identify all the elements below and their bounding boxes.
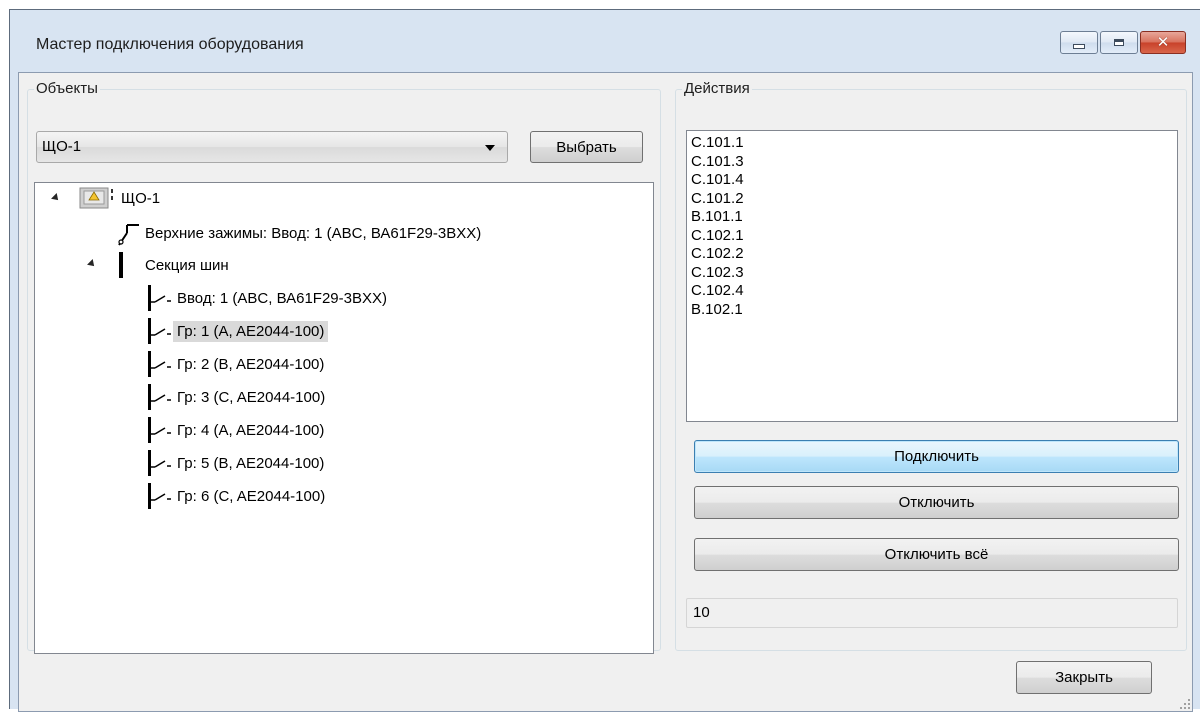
- connect-button[interactable]: Подключить: [694, 440, 1179, 473]
- window-title: Мастер подключения оборудования: [36, 36, 304, 53]
- tree-node-label: Гр: 6 (C, AE2044-100): [177, 487, 326, 505]
- title-bar[interactable]: Мастер подключения оборудования ✕: [10, 10, 1200, 72]
- minimize-button[interactable]: [1060, 31, 1098, 54]
- tree-node-group-3[interactable]: Гр: 3 (C, AE2044-100): [147, 383, 329, 411]
- bus-bar-icon: [119, 252, 123, 278]
- list-item[interactable]: C.101.3: [691, 153, 1173, 172]
- dialog-window: Мастер подключения оборудования ✕ Объект…: [9, 9, 1200, 712]
- objects-tree[interactable]: ЩО-1 Верхние зажимы: Ввод: 1 (ABC, ВА61F…: [34, 182, 654, 654]
- disconnect-all-button[interactable]: Отключить всё: [694, 538, 1179, 571]
- list-item[interactable]: C.101.2: [691, 190, 1173, 209]
- list-item[interactable]: C.101.1: [691, 134, 1173, 153]
- dialog-client-area: Объекты ЩО-1 Выбрать ЩО-1 Верхние зажимы…: [18, 72, 1193, 712]
- tree-node-group-4[interactable]: Гр: 4 (A, AE2044-100): [147, 416, 328, 444]
- list-item[interactable]: C.102.1: [691, 227, 1173, 246]
- tree-node-group-1[interactable]: Гр: 1 (A, AE2044-100): [147, 317, 329, 345]
- tree-node-label: Гр: 3 (C, AE2044-100): [177, 388, 326, 406]
- close-button[interactable]: Закрыть: [1016, 661, 1152, 694]
- tree-node-label: Гр: 4 (A, AE2044-100): [177, 421, 325, 439]
- objects-group-label: Объекты: [34, 80, 100, 97]
- tree-node-label: Гр: 2 (B, AE2044-100): [177, 355, 325, 373]
- tree-node-label: Гр: 5 (B, AE2044-100): [177, 454, 325, 472]
- list-item[interactable]: C.102.3: [691, 264, 1173, 283]
- breaker-icon: [148, 351, 171, 377]
- objects-group: Объекты ЩО-1 Выбрать ЩО-1 Верхние зажимы…: [27, 80, 661, 654]
- expand-root-icon[interactable]: [51, 193, 61, 203]
- actions-group-label: Действия: [682, 80, 752, 97]
- breaker-icon: [148, 318, 171, 344]
- actions-group: Действия C.101.1 C.101.3 C.101.4 C.101.2…: [675, 80, 1187, 651]
- breaker-icon: [148, 450, 171, 476]
- list-item[interactable]: C.102.4: [691, 282, 1173, 301]
- breaker-icon: [148, 483, 171, 509]
- object-combo-value: ЩО-1: [42, 138, 82, 155]
- breaker-icon: [148, 417, 171, 443]
- tree-node-label: Верхние зажимы: Ввод: 1 (ABC, ВА61F29-3B…: [145, 224, 482, 242]
- resize-grip-icon[interactable]: [1178, 697, 1190, 709]
- list-item[interactable]: C.101.4: [691, 171, 1173, 190]
- list-item[interactable]: B.101.1: [691, 208, 1173, 227]
- switch-terminal-icon: [118, 224, 139, 246]
- list-item[interactable]: B.102.1: [691, 301, 1173, 320]
- window-controls: ✕: [1058, 31, 1186, 54]
- tree-node-bus-section[interactable]: Секция шин: [117, 251, 233, 279]
- maximize-icon: [1114, 39, 1124, 46]
- tree-node-label: Секция шин: [145, 256, 229, 274]
- actions-count: 10: [686, 598, 1178, 628]
- tree-node-label: Гр: 1 (A, AE2044-100): [173, 320, 329, 342]
- tree-node-group-6[interactable]: Гр: 6 (C, AE2044-100): [147, 482, 329, 510]
- panel-warning-icon: [79, 187, 113, 209]
- tree-node-label: ЩО-1: [121, 189, 161, 207]
- tree-node-label: Ввод: 1 (ABC, ВА61F29-3BXX): [177, 289, 387, 307]
- expand-bus-icon[interactable]: [87, 259, 97, 269]
- tree-node-input[interactable]: Ввод: 1 (ABC, ВА61F29-3BXX): [147, 284, 391, 312]
- tree-node-root[interactable]: ЩО-1: [79, 184, 164, 212]
- close-icon: ✕: [1156, 33, 1170, 51]
- disconnect-button[interactable]: Отключить: [694, 486, 1179, 519]
- chevron-down-icon: [485, 145, 495, 151]
- minimize-icon: [1073, 43, 1085, 49]
- close-window-button[interactable]: ✕: [1140, 31, 1186, 54]
- list-item[interactable]: C.102.2: [691, 245, 1173, 264]
- maximize-button[interactable]: [1100, 31, 1138, 54]
- tree-node-group-2[interactable]: Гр: 2 (B, AE2044-100): [147, 350, 328, 378]
- select-button[interactable]: Выбрать: [530, 131, 643, 163]
- actions-list[interactable]: C.101.1 C.101.3 C.101.4 C.101.2 B.101.1 …: [686, 130, 1178, 422]
- tree-node-group-5[interactable]: Гр: 5 (B, AE2044-100): [147, 449, 328, 477]
- breaker-icon: [148, 285, 171, 311]
- tree-node-upper-terminals[interactable]: Верхние зажимы: Ввод: 1 (ABC, ВА61F29-3B…: [117, 219, 485, 247]
- breaker-icon: [148, 384, 171, 410]
- object-combo[interactable]: ЩО-1: [36, 131, 508, 163]
